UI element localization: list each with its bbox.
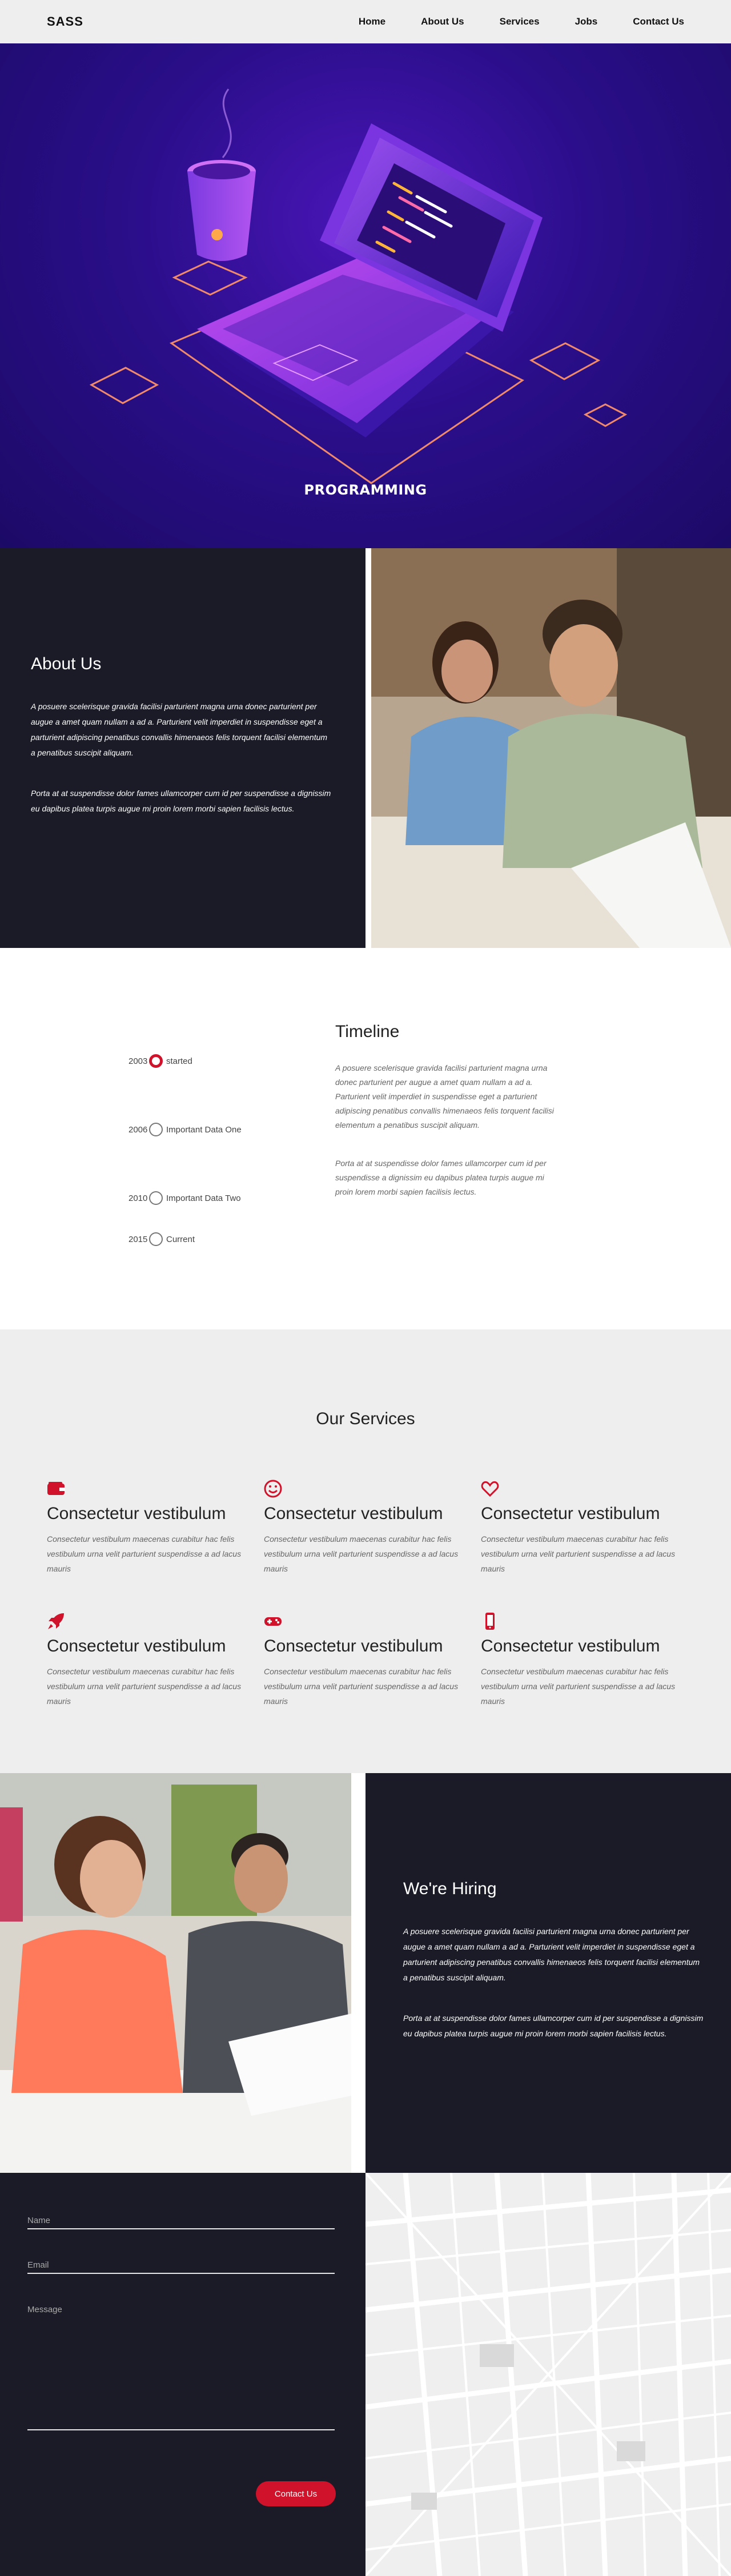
services-section: Our Services Consectetur vestibulum Cons… xyxy=(0,1329,731,1773)
contact-submit-button[interactable]: Contact Us xyxy=(256,2481,336,2506)
top-nav: SASS Home About Us Services Jobs Contact… xyxy=(0,0,731,43)
timeline-year: 2010 xyxy=(128,1193,148,1203)
service-heading: Consectetur vestibulum xyxy=(47,1504,226,1523)
nav-links: Home About Us Services Jobs Contact Us xyxy=(323,16,684,27)
message-field[interactable]: Message xyxy=(27,2293,335,2430)
timeline-year: 2015 xyxy=(128,1234,148,1244)
timeline-dot[interactable] xyxy=(149,1232,163,1246)
about-section: About Us A posuere scelerisque gravida f… xyxy=(0,548,731,948)
hero-section: PROGRAMMING xyxy=(0,43,731,548)
timeline-title: Timeline xyxy=(335,1022,400,1041)
services-title: Our Services xyxy=(316,1409,415,1428)
service-card: Consectetur vestibulum Consectetur vesti… xyxy=(264,1480,461,1576)
nav-link-jobs[interactable]: Jobs xyxy=(575,16,598,27)
timeline-year: 2006 xyxy=(128,1124,148,1135)
service-card: Consectetur vestibulum Consectetur vesti… xyxy=(264,1612,461,1709)
map-streets xyxy=(366,2173,731,2576)
service-text: Consectetur vestibulum maecenas curabitu… xyxy=(47,1534,242,1573)
timeline-paragraph-2: Porta at at suspendisse dolor fames ulla… xyxy=(335,1159,547,1196)
rocket-icon xyxy=(48,1613,64,1629)
hiring-title: We're Hiring xyxy=(403,1879,497,1898)
timeline-label: Current xyxy=(166,1234,195,1244)
page: SASS Home About Us Services Jobs Contact… xyxy=(0,0,731,2576)
timeline-paragraph-1: A posuere scelerisque gravida facilisi p… xyxy=(335,1063,554,1130)
about-text-panel: About Us A posuere scelerisque gravida f… xyxy=(0,548,366,948)
nav-link-about[interactable]: About Us xyxy=(421,16,464,27)
timeline-label: Important Data Two xyxy=(166,1193,241,1203)
service-heading: Consectetur vestibulum xyxy=(481,1637,660,1655)
about-team-photo xyxy=(366,548,731,948)
gamepad-icon xyxy=(264,1617,282,1626)
about-paragraph-1: A posuere scelerisque gravida facilisi p… xyxy=(31,702,328,757)
hiring-section: We're Hiring A posuere scelerisque gravi… xyxy=(0,1773,731,2173)
timeline-item: 2003 started xyxy=(128,1054,192,1068)
email-field[interactable]: Email xyxy=(27,2249,335,2274)
timeline-dot[interactable] xyxy=(149,1191,163,1205)
service-text: Consectetur vestibulum maecenas curabitu… xyxy=(264,1667,459,1706)
hero-title: PROGRAMMING xyxy=(304,482,427,498)
service-card: Consectetur vestibulum Consectetur vesti… xyxy=(47,1612,244,1709)
about-paragraph-2: Porta at at suspendisse dolor fames ulla… xyxy=(31,789,331,813)
contact-section: Name Email Message Contact Us xyxy=(0,2173,731,2576)
service-heading: Consectetur vestibulum xyxy=(264,1637,443,1655)
service-text: Consectetur vestibulum maecenas curabitu… xyxy=(481,1667,676,1706)
hiring-text-panel: We're Hiring A posuere scelerisque gravi… xyxy=(366,1773,731,2173)
service-text: Consectetur vestibulum maecenas curabitu… xyxy=(47,1667,242,1706)
timeline-label: Important Data One xyxy=(166,1124,242,1135)
timeline-item: 2006 Important Data One xyxy=(128,1123,242,1136)
mobile-icon xyxy=(485,1613,495,1630)
timeline-item: 2015 Current xyxy=(128,1232,195,1246)
timeline-dot-active[interactable] xyxy=(149,1054,163,1068)
location-map[interactable] xyxy=(366,2173,731,2576)
service-card: Consectetur vestibulum Consectetur vesti… xyxy=(481,1480,678,1576)
service-text: Consectetur vestibulum maecenas curabitu… xyxy=(481,1534,676,1573)
service-text: Consectetur vestibulum maecenas curabitu… xyxy=(264,1534,459,1573)
timeline-description: Timeline A posuere scelerisque gravida f… xyxy=(335,1022,555,1223)
service-heading: Consectetur vestibulum xyxy=(264,1504,443,1523)
timeline-section: 2003 started 2006 Important Data One 201… xyxy=(0,948,731,1329)
hiring-team-photo xyxy=(0,1773,366,2173)
service-heading: Consectetur vestibulum xyxy=(481,1504,660,1523)
heart-icon xyxy=(481,1481,499,1497)
timeline-item: 2010 Important Data Two xyxy=(128,1191,241,1205)
hiring-paragraph-1: A posuere scelerisque gravida facilisi p… xyxy=(403,1927,700,1982)
hiring-paragraph-2: Porta at at suspendisse dolor fames ulla… xyxy=(403,2014,704,2038)
nav-link-contact[interactable]: Contact Us xyxy=(633,16,684,27)
service-card: Consectetur vestibulum Consectetur vesti… xyxy=(481,1612,678,1709)
service-heading: Consectetur vestibulum xyxy=(47,1637,226,1655)
contact-form: Name Email Message Contact Us xyxy=(0,2173,366,2576)
name-field[interactable]: Name xyxy=(27,2204,335,2229)
timeline-label: started xyxy=(166,1056,192,1066)
hero-illustration xyxy=(89,89,628,484)
timeline-dot[interactable] xyxy=(149,1123,163,1136)
nav-link-services[interactable]: Services xyxy=(500,16,540,27)
service-card: Consectetur vestibulum Consectetur vesti… xyxy=(47,1480,244,1576)
timeline-year: 2003 xyxy=(128,1056,148,1066)
brand-logo[interactable]: SASS xyxy=(47,14,83,29)
wallet-icon xyxy=(47,1482,65,1495)
about-title: About Us xyxy=(31,654,102,673)
nav-link-home[interactable]: Home xyxy=(359,16,385,27)
smile-icon xyxy=(264,1480,282,1498)
